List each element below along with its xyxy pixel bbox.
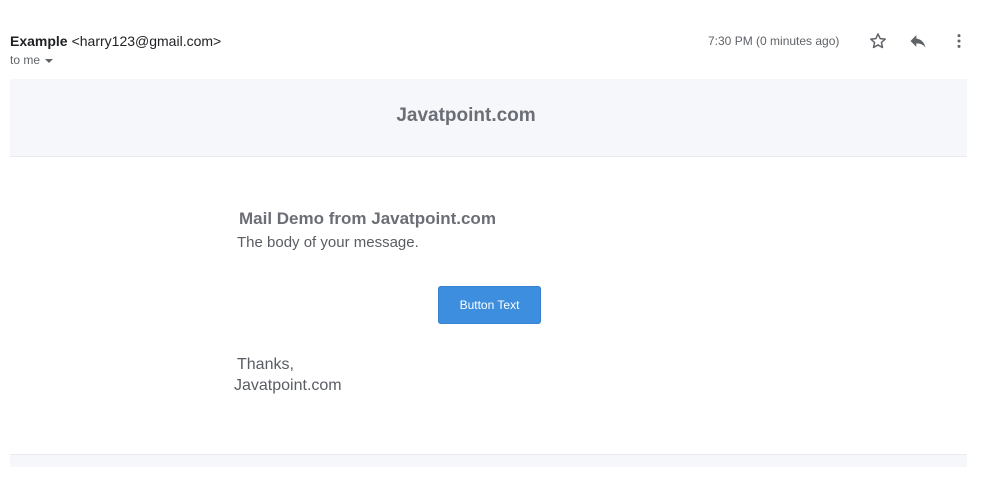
email-heading: Mail Demo from Javatpoint.com [239, 209, 496, 228]
email-banner: Javatpoint.com [10, 79, 967, 157]
email-body: Javatpoint.com Mail Demo from Javatpoint… [10, 79, 967, 467]
sender-line: Example <harry123@gmail.com> [10, 33, 221, 49]
chevron-down-icon [45, 58, 54, 63]
message-timestamp: 7:30 PM (0 minutes ago) [708, 34, 840, 48]
email-message-text: The body of your message. [237, 234, 419, 251]
recipient-label: to me [10, 53, 41, 67]
email-footer [10, 454, 967, 467]
banner-title: Javatpoint.com [396, 105, 536, 126]
recipient-details-toggle[interactable]: to me [10, 53, 54, 67]
more-vert-icon [957, 34, 961, 48]
more-options-button[interactable] [948, 30, 970, 52]
sender-email: <harry123@gmail.com> [71, 33, 222, 49]
message-header: Example <harry123@gmail.com> to me 7:30 P… [10, 30, 990, 74]
signature-text: Javatpoint.com [234, 377, 342, 394]
email-view: Example <harry123@gmail.com> to me 7:30 P… [0, 0, 1000, 489]
reply-icon [910, 35, 926, 48]
reply-button[interactable] [907, 30, 929, 52]
sender-name[interactable]: Example [10, 33, 68, 49]
star-button[interactable] [867, 30, 889, 52]
star-icon [870, 33, 886, 49]
signoff-text: Thanks, [237, 356, 294, 373]
cta-button[interactable]: Button Text [438, 286, 541, 324]
